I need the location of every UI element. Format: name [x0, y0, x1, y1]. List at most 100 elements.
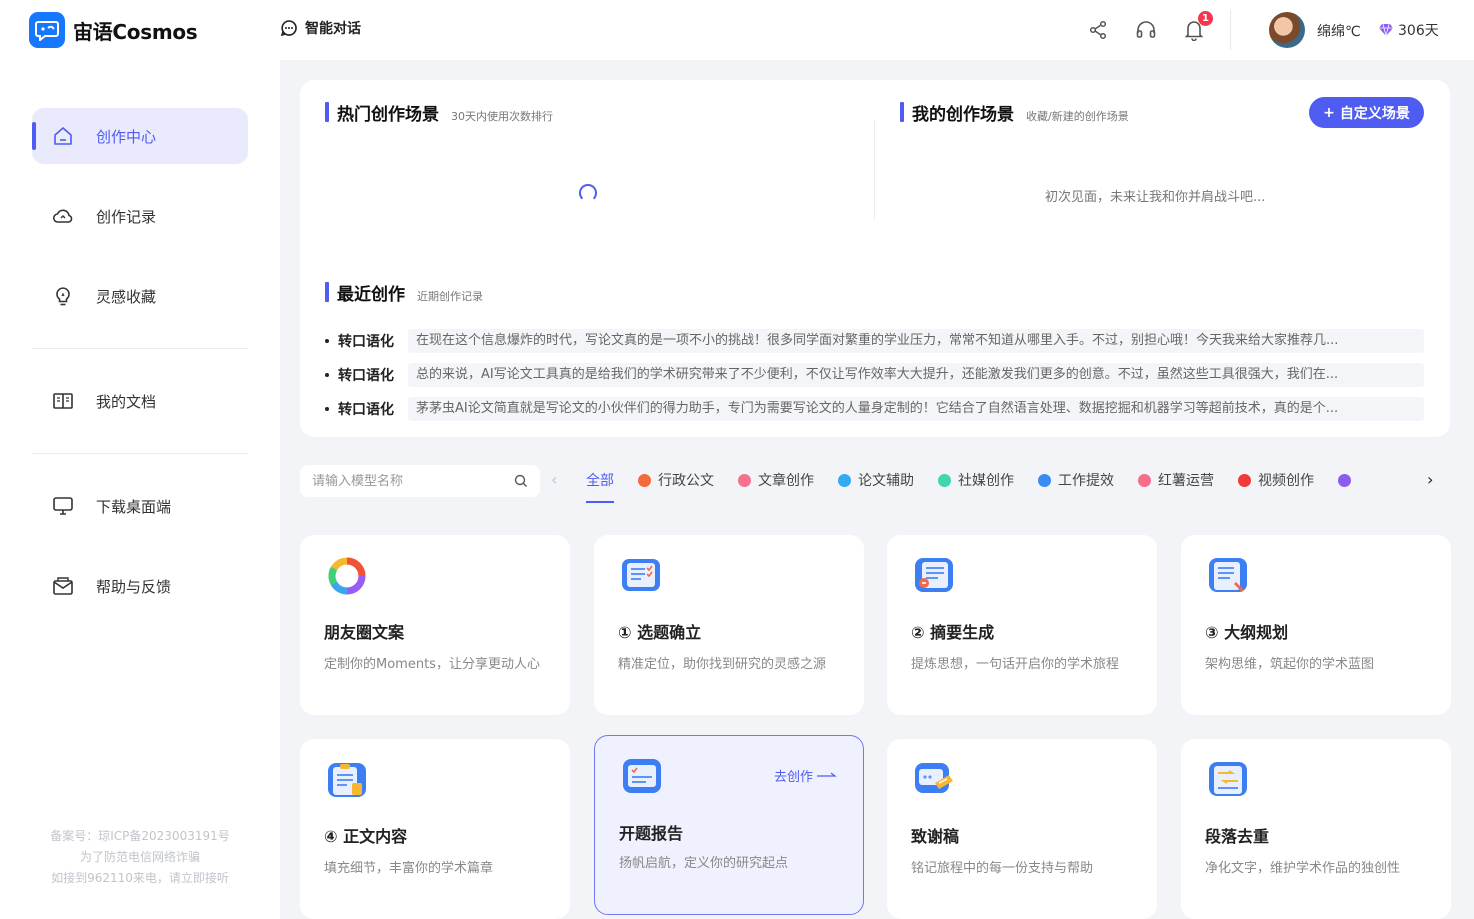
sidebar-item-label: 帮助与反馈: [96, 577, 172, 596]
sidebar-item-label: 下载桌面端: [96, 497, 172, 516]
scene-card[interactable]: 朋友圈文案 定制你的Moments，让分享更动人心: [300, 535, 570, 715]
sidebar-item-my-documents[interactable]: 我的文档: [32, 373, 248, 429]
card-desc: 扬帆启航，定义你的研究起点: [619, 856, 789, 871]
scene-card[interactable]: ② 摘要生成 提炼思想，一句话开启你的学术旅程: [887, 535, 1157, 715]
recent-title: 最近创作: [337, 285, 405, 305]
thanks-icon: [915, 763, 953, 793]
tab-paper[interactable]: 论文辅助: [838, 470, 914, 490]
category-dot: [1038, 473, 1051, 487]
mail-icon: [53, 577, 73, 595]
nav-smart-chat-label: 智能对话: [305, 21, 361, 37]
anti-fraud-call-note: 如接到962110来电，请立即接听: [51, 871, 229, 885]
scene-card-highlighted[interactable]: 去创作 开题报告 扬帆启航，定义你的研究起点: [594, 735, 864, 915]
go-create-label: 去创作: [773, 770, 813, 785]
chevron-right-icon[interactable]: ›: [1427, 470, 1433, 489]
bullet: [325, 339, 329, 343]
tab-label: 红薯运营: [1158, 473, 1214, 489]
recent-text[interactable]: 茅茅虫AI论文简直就是写论文的小伙伴们的得力助手，专门为需要写论文的人量身定制的…: [408, 397, 1424, 421]
overview-panel: 热门创作场景 30天内使用次数排行 我的创作场景 收藏/新建的创作场景 + 自定…: [300, 80, 1450, 437]
bullet: [325, 373, 329, 377]
card-title: 开题报告: [619, 824, 684, 843]
share-icon[interactable]: [1086, 18, 1110, 42]
sidebar-item-label: 创作记录: [96, 207, 157, 226]
tab-admin-docs[interactable]: 行政公文: [638, 470, 714, 490]
recent-text[interactable]: 在现在这个信息爆炸的时代，写论文真的是一项不小的挑战！很多同学面对繁重的学业压力…: [408, 329, 1424, 353]
section-bar: [325, 102, 329, 122]
top-header: 宙语Cosmos 智能对话 1 绵绵℃ 306天: [0, 0, 1474, 60]
doc-pen-icon: [915, 558, 953, 592]
category-tabs: 全部 行政公文 文章创作 论文辅助 社媒创作 工作提效 红薯运营 视频创作: [586, 470, 1375, 504]
clipboard-icon: [328, 763, 366, 797]
book-icon: [53, 393, 73, 409]
vip-days: 306天: [1398, 23, 1439, 39]
plus-icon: +: [1323, 104, 1335, 121]
category-dot: [638, 473, 651, 487]
card-title: 段落去重: [1205, 827, 1270, 846]
scene-card[interactable]: ④ 正文内容 填充细节，丰富你的学术篇章: [300, 739, 570, 919]
card-desc: 净化文字，维护学术作品的独创性: [1205, 861, 1401, 876]
avatar[interactable]: [1269, 12, 1305, 48]
anti-fraud-note: 为了防范电信网络诈骗: [79, 850, 200, 864]
tabs-fade: [1410, 465, 1422, 495]
bell-icon[interactable]: 1: [1182, 11, 1213, 42]
headset-icon[interactable]: [1134, 18, 1158, 42]
nav-smart-chat[interactable]: 智能对话: [280, 18, 361, 38]
scene-card[interactable]: 段落去重 净化文字，维护学术作品的独创性: [1181, 739, 1451, 919]
tab-xhs[interactable]: 红薯运营: [1138, 470, 1214, 490]
chevron-left-icon[interactable]: ‹: [551, 470, 557, 489]
tab-video[interactable]: 视频创作: [1238, 470, 1314, 490]
category-dot: [1338, 473, 1351, 487]
vip-status[interactable]: 306天: [1378, 20, 1439, 40]
go-create-link[interactable]: 去创作: [774, 766, 837, 785]
model-search-input[interactable]: [312, 473, 514, 489]
sidebar-item-inspiration[interactable]: 灵感收藏: [32, 268, 248, 324]
app-name: 宙语Cosmos: [73, 19, 198, 44]
chat-bubble-icon: [280, 20, 297, 37]
recent-row[interactable]: 转口语化 总的来说，AI写论文工具真的是给我们的学术研究带来了不少便利，不仅让写…: [325, 363, 1424, 387]
category-dot: [1238, 473, 1251, 487]
tab-productivity[interactable]: 工作提效: [1038, 470, 1114, 490]
scene-card[interactable]: ① 选题确立 精准定位，助你找到研究的灵感之源: [594, 535, 864, 715]
tab-more[interactable]: [1338, 470, 1351, 490]
recent-text[interactable]: 总的来说，AI写论文工具真的是给我们的学术研究带来了不少便利，不仅让写作效率大大…: [408, 363, 1424, 387]
category-dot: [1138, 473, 1151, 487]
tab-all[interactable]: 全部: [586, 470, 614, 503]
custom-scene-button[interactable]: + 自定义场景: [1309, 97, 1424, 128]
notification-badge: 1: [1198, 11, 1213, 26]
card-desc: 定制你的Moments，让分享更动人心: [324, 657, 540, 672]
sidebar-item-creation-records[interactable]: 创作记录: [32, 188, 248, 244]
sidebar-item-label: 灵感收藏: [96, 287, 157, 306]
my-scenes-header: 我的创作场景 收藏/新建的创作场景: [900, 100, 1129, 125]
tab-label: 工作提效: [1058, 473, 1114, 489]
card-title: 致谢稿: [911, 827, 960, 846]
username[interactable]: 绵绵℃: [1317, 21, 1361, 41]
my-scenes-title: 我的创作场景: [912, 105, 1014, 125]
sidebar-item-creation-center[interactable]: 创作中心: [32, 108, 248, 164]
app-logo[interactable]: 宙语Cosmos: [29, 12, 198, 48]
tab-label: 文章创作: [758, 473, 814, 489]
recent-row[interactable]: 转口语化 在现在这个信息爆炸的时代，写论文真的是一项不小的挑战！很多同学面对繁重…: [325, 329, 1424, 353]
card-desc: 精准定位，助你找到研究的灵感之源: [618, 657, 827, 672]
tab-label: 视频创作: [1258, 473, 1314, 489]
section-bar: [325, 282, 329, 302]
arrow-right-icon: [817, 772, 837, 777]
sidebar-item-help-feedback[interactable]: 帮助与反馈: [32, 558, 248, 614]
tab-social[interactable]: 社媒创作: [938, 470, 1014, 490]
search-icon[interactable]: [514, 474, 528, 488]
card-title: ③ 大纲规划: [1205, 623, 1289, 642]
tab-article[interactable]: 文章创作: [738, 470, 814, 490]
home-icon: [54, 127, 72, 145]
scene-card[interactable]: ③ 大纲规划 架构思维，筑起你的学术蓝图: [1181, 535, 1451, 715]
loading-spinner-icon: [579, 184, 597, 202]
dedupe-icon: [1209, 762, 1247, 796]
category-dot: [838, 473, 851, 487]
bullet: [325, 407, 329, 411]
icp-record[interactable]: 备案号：琼ICP备2023003191号: [0, 826, 280, 847]
recent-row[interactable]: 转口语化 茅茅虫AI论文简直就是写论文的小伙伴们的得力助手，专门为需要写论文的人…: [325, 397, 1424, 421]
card-desc: 铭记旅程中的每一份支持与帮助: [911, 861, 1094, 876]
recent-tag: 转口语化: [338, 402, 394, 418]
scene-card[interactable]: 致谢稿 铭记旅程中的每一份支持与帮助: [887, 739, 1157, 919]
sidebar-item-download-desktop[interactable]: 下载桌面端: [32, 478, 248, 534]
card-desc: 提炼思想，一句话开启你的学术旅程: [911, 657, 1120, 672]
my-scenes-subtitle: 收藏/新建的创作场景: [1026, 110, 1129, 123]
